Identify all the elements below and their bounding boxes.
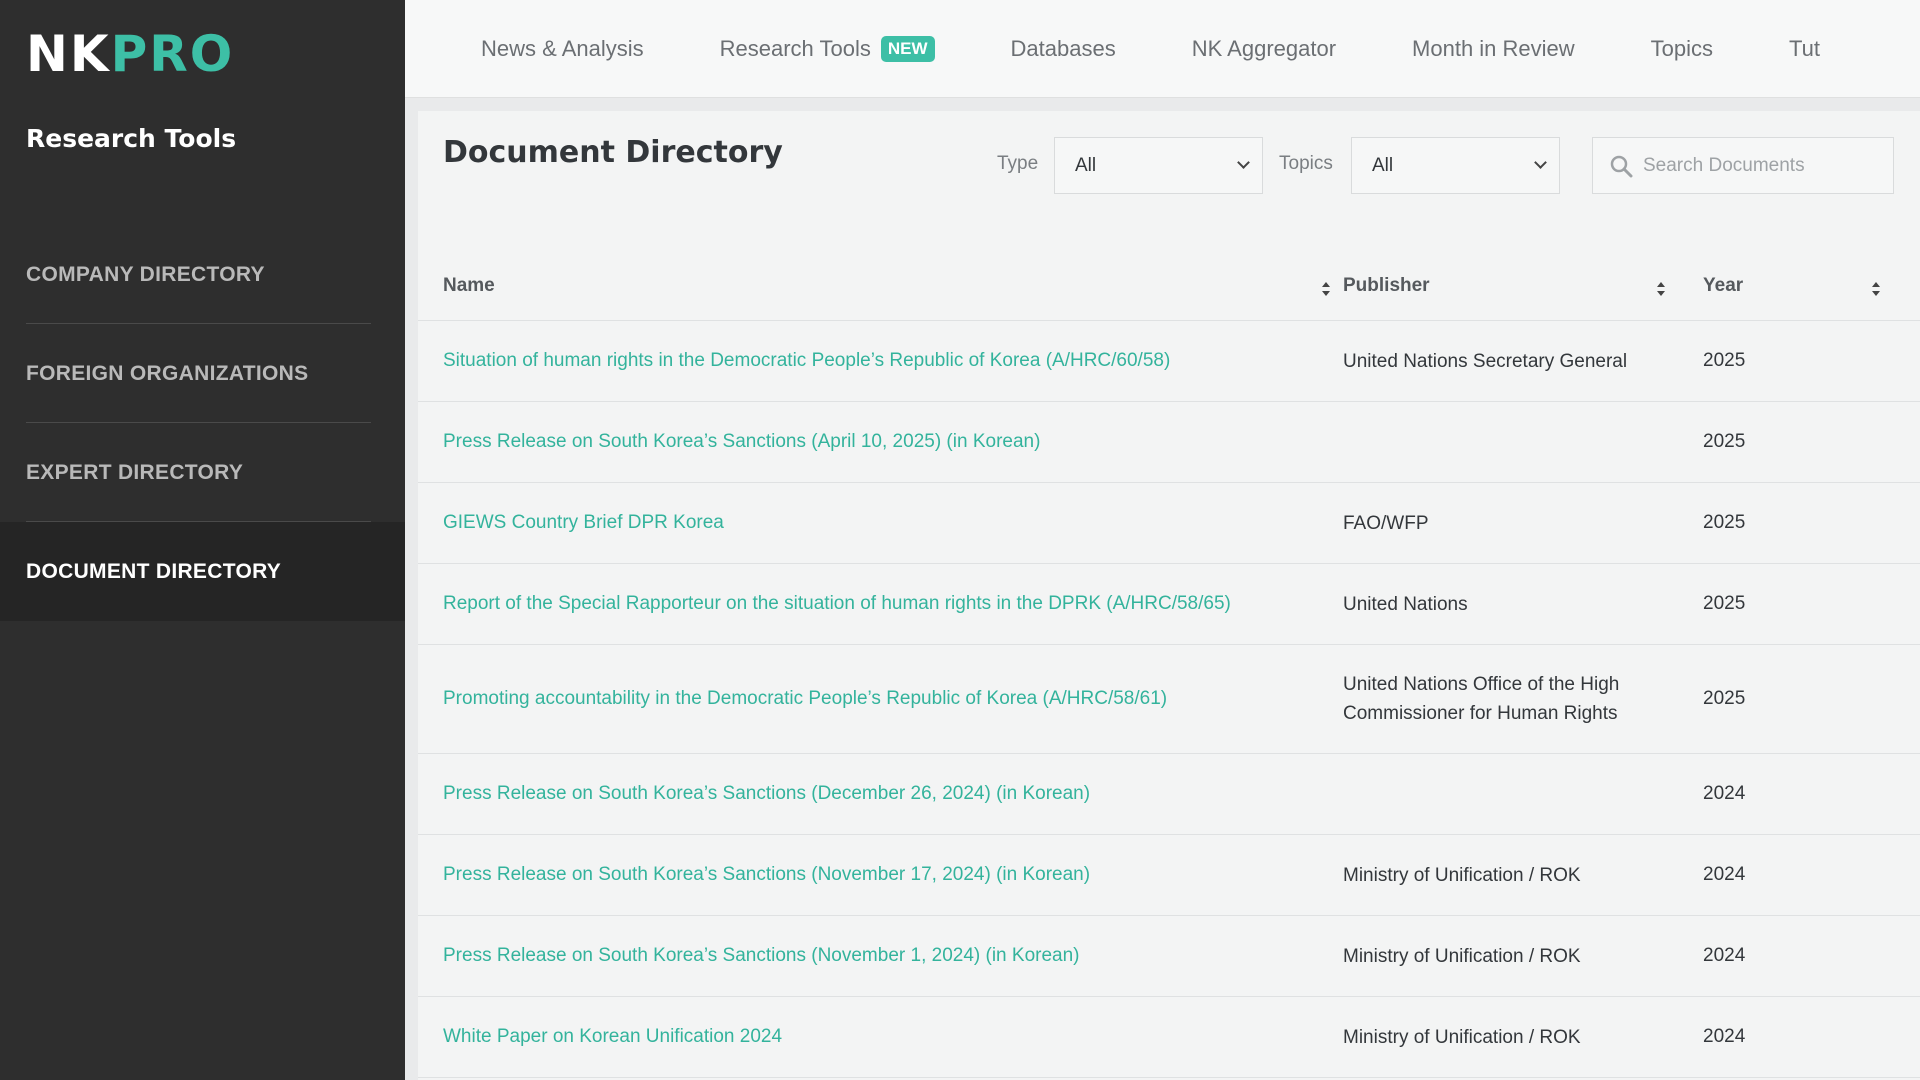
sort-icon bbox=[1872, 281, 1880, 296]
year-cell: 2025 bbox=[1703, 512, 1746, 533]
document-link[interactable]: White Paper on Korean Unification 2024 bbox=[443, 1026, 782, 1047]
document-link[interactable]: Promoting accountability in the Democrat… bbox=[443, 688, 1167, 709]
sort-icon bbox=[1657, 281, 1665, 296]
document-link[interactable]: Press Release on South Korea’s Sanctions… bbox=[443, 945, 1080, 966]
document-link[interactable]: Press Release on South Korea’s Sanctions… bbox=[443, 864, 1090, 885]
logo-pro: PRO bbox=[110, 25, 235, 83]
column-header-name[interactable]: Name bbox=[418, 251, 1343, 321]
document-directory-panel: Document Directory Type All Topics All N… bbox=[418, 111, 1920, 1080]
sidebar-item-company-directory[interactable]: COMPANY DIRECTORY bbox=[0, 225, 405, 324]
table-row: Press Release on South Korea’s Sanctions… bbox=[418, 835, 1920, 916]
column-header-publisher[interactable]: Publisher bbox=[1343, 251, 1703, 321]
table-row: Promoting accountability in the Democrat… bbox=[418, 645, 1920, 754]
publisher-cell: United Nations bbox=[1343, 593, 1468, 615]
document-link[interactable]: Press Release on South Korea’s Sanctions… bbox=[443, 783, 1090, 804]
column-header-year-label: Year bbox=[1703, 274, 1744, 296]
document-link[interactable]: Report of the Special Rapporteur on the … bbox=[443, 593, 1231, 614]
publisher-cell: Ministry of Unification / ROK bbox=[1343, 1026, 1581, 1048]
table-row: Report of the Special Rapporteur on the … bbox=[418, 564, 1920, 645]
table-row: Press Release on South Korea’s Sanctions… bbox=[418, 916, 1920, 997]
year-cell: 2024 bbox=[1703, 945, 1746, 966]
column-header-name-label: Name bbox=[443, 274, 495, 296]
new-badge: NEW bbox=[880, 35, 935, 62]
column-header-year[interactable]: Year bbox=[1703, 251, 1920, 321]
type-filter-label: Type bbox=[997, 153, 1039, 174]
topics-filter-label: Topics bbox=[1279, 153, 1333, 174]
year-cell: 2024 bbox=[1703, 783, 1746, 804]
sidebar-item-expert-directory[interactable]: EXPERT DIRECTORY bbox=[0, 423, 405, 522]
sidebar-item-document-directory[interactable]: DOCUMENT DIRECTORY bbox=[0, 522, 405, 621]
year-cell: 2025 bbox=[1703, 688, 1746, 709]
document-link[interactable]: Press Release on South Korea’s Sanctions… bbox=[443, 431, 1040, 452]
nav-databases[interactable]: Databases bbox=[1011, 36, 1116, 62]
topics-select-value: All bbox=[1372, 154, 1394, 176]
year-cell: 2024 bbox=[1703, 1026, 1746, 1047]
chevron-down-icon bbox=[1237, 156, 1250, 169]
search-input[interactable] bbox=[1643, 154, 1873, 177]
search-icon bbox=[1610, 155, 1633, 177]
top-navigation: News & Analysis Research Tools NEW Datab… bbox=[405, 0, 1920, 98]
table-header: Name Publisher Year bbox=[418, 251, 1920, 321]
table-row: Press Release on South Korea’s Sanctions… bbox=[418, 754, 1920, 835]
search-box[interactable] bbox=[1592, 137, 1894, 194]
year-cell: 2025 bbox=[1703, 350, 1746, 371]
year-cell: 2025 bbox=[1703, 593, 1746, 614]
publisher-cell: FAO/WFP bbox=[1343, 512, 1429, 534]
publisher-cell: United Nations Office of the High Commis… bbox=[1343, 674, 1620, 724]
table-row: White Paper on Korean Unification 2024 M… bbox=[418, 997, 1920, 1078]
publisher-cell: Ministry of Unification / ROK bbox=[1343, 864, 1581, 886]
year-cell: 2025 bbox=[1703, 431, 1746, 452]
publisher-cell: Ministry of Unification / ROK bbox=[1343, 945, 1581, 967]
table-row: Situation of human rights in the Democra… bbox=[418, 321, 1920, 402]
table-row: Press Release on South Korea’s Sanctions… bbox=[418, 402, 1920, 483]
document-link[interactable]: Situation of human rights in the Democra… bbox=[443, 350, 1170, 371]
chevron-down-icon bbox=[1534, 156, 1547, 169]
document-link[interactable]: GIEWS Country Brief DPR Korea bbox=[443, 512, 724, 533]
nav-news-analysis[interactable]: News & Analysis bbox=[481, 36, 644, 62]
sidebar-nav: COMPANY DIRECTORY FOREIGN ORGANIZATIONS … bbox=[0, 225, 405, 621]
publisher-cell: United Nations Secretary General bbox=[1343, 350, 1628, 372]
sidebar-section-title: Research Tools bbox=[26, 124, 237, 153]
sort-icon bbox=[1322, 281, 1330, 296]
table-row: GIEWS Country Brief DPR Korea FAO/WFP 20… bbox=[418, 483, 1920, 564]
sidebar: NKPRO Research Tools COMPANY DIRECTORY F… bbox=[0, 0, 405, 1080]
nkpro-logo[interactable]: NKPRO bbox=[26, 24, 234, 84]
year-cell: 2024 bbox=[1703, 864, 1746, 885]
sidebar-item-foreign-organizations[interactable]: FOREIGN ORGANIZATIONS bbox=[0, 324, 405, 423]
nav-research-tools-label: Research Tools bbox=[719, 35, 871, 61]
page-title: Document Directory bbox=[443, 135, 783, 170]
topics-select[interactable]: All bbox=[1351, 137, 1560, 194]
nav-topics[interactable]: Topics bbox=[1651, 36, 1713, 62]
documents-table: Name Publisher Year Situation of human r… bbox=[418, 251, 1920, 1078]
nav-research-tools[interactable]: Research Tools NEW bbox=[719, 35, 935, 62]
type-select[interactable]: All bbox=[1054, 137, 1263, 194]
nav-nk-aggregator[interactable]: NK Aggregator bbox=[1192, 36, 1336, 62]
column-header-publisher-label: Publisher bbox=[1343, 274, 1430, 296]
type-select-value: All bbox=[1075, 154, 1097, 176]
nav-tutorials[interactable]: Tut bbox=[1789, 36, 1820, 62]
nav-month-in-review[interactable]: Month in Review bbox=[1412, 36, 1575, 62]
logo-nk: NK bbox=[26, 25, 111, 83]
